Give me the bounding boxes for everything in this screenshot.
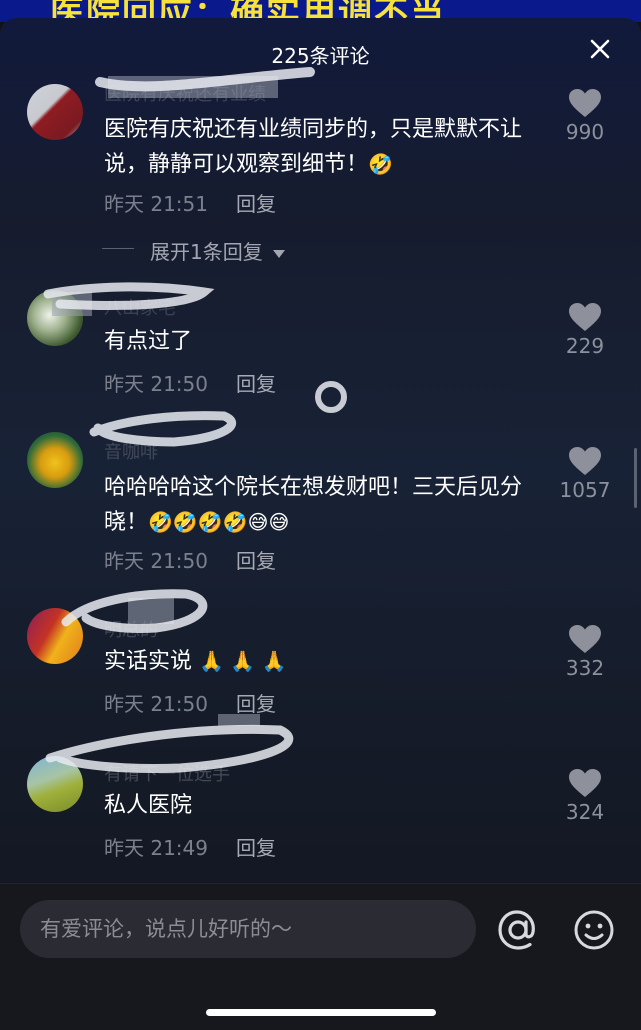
comment-text: 私人医院 <box>104 788 554 823</box>
reply-button[interactable]: 回复 <box>236 192 276 216</box>
comment-text: 医院有庆祝还有业绩同步的，只是默默不让说，静静可以观察到细节！🤣 <box>104 112 554 182</box>
avatar[interactable] <box>27 432 83 488</box>
username-mask <box>52 292 92 316</box>
reply-button[interactable]: 回复 <box>236 836 276 860</box>
heart-icon <box>569 447 601 475</box>
close-icon[interactable] <box>587 36 613 62</box>
emoji-sticker: 🤣🤣🤣🤣😅😅 <box>148 510 290 534</box>
avatar[interactable] <box>27 756 83 812</box>
comment-meta: 昨天 21:51 回复 <box>104 188 276 217</box>
heart-icon <box>569 303 601 331</box>
comment-username[interactable]: 八山家宅 <box>104 294 176 320</box>
heart-icon <box>569 625 601 653</box>
username-mask <box>108 76 278 98</box>
scrollbar[interactable] <box>634 448 637 508</box>
expand-replies[interactable]: 展开1条回复 <box>102 236 286 265</box>
like-button[interactable]: 229 <box>547 302 623 358</box>
comment-text: 有点过了 <box>104 324 554 359</box>
caret-down-icon <box>273 249 286 258</box>
comment-input-bar <box>0 883 641 1030</box>
comment-text-body: 有点过了 <box>104 329 193 354</box>
emoji-icon[interactable] <box>572 908 616 956</box>
home-indicator[interactable] <box>206 1009 436 1016</box>
like-button[interactable]: 990 <box>547 88 623 144</box>
like-count: 1057 <box>559 478 611 502</box>
at-icon[interactable] <box>496 908 540 956</box>
comment-username[interactable]: 音咖啡 <box>104 438 158 464</box>
comment-count: 225条评论 <box>271 44 370 68</box>
like-button[interactable]: 1057 <box>547 446 623 502</box>
heart-icon <box>569 89 601 117</box>
comment-input[interactable] <box>20 900 476 958</box>
like-button[interactable]: 332 <box>547 624 623 680</box>
comment-header: 225条评论 <box>0 18 641 84</box>
heart-icon <box>569 769 601 797</box>
like-count: 229 <box>565 334 605 358</box>
comment-meta: 昨天 21:50 回复 <box>104 368 276 397</box>
comment-text: 实话实说 🙏 🙏 🙏 <box>104 644 554 679</box>
reply-button[interactable]: 回复 <box>236 372 276 396</box>
emoji-sticker: 🙏 🙏 🙏 <box>199 649 287 673</box>
comment-timestamp: 昨天 21:50 <box>104 372 208 396</box>
comment-meta: 昨天 21:50 回复 <box>104 545 276 574</box>
like-button[interactable]: 324 <box>547 768 623 824</box>
scribble-circle <box>315 381 347 413</box>
emoji-sticker: 🤣 <box>368 152 393 176</box>
avatar[interactable] <box>27 608 83 664</box>
like-count: 332 <box>565 656 605 680</box>
comment-text-body: 医院有庆祝还有业绩同步的，只是默默不让说，静静可以观察到细节！ <box>104 117 523 177</box>
comment-text: 哈哈哈哈这个院长在想发财吧！三天后见分晓！🤣🤣🤣🤣😅😅 <box>104 470 554 540</box>
reply-button[interactable]: 回复 <box>236 549 276 573</box>
comment-timestamp: 昨天 21:49 <box>104 836 208 860</box>
reply-button[interactable]: 回复 <box>236 692 276 716</box>
comment-text-body: 实话实说 <box>104 649 193 674</box>
comment-meta: 昨天 21:49 回复 <box>104 832 276 861</box>
divider <box>102 248 134 249</box>
comment-timestamp: 昨天 21:51 <box>104 192 208 216</box>
comment-input-field[interactable] <box>20 900 476 958</box>
avatar[interactable] <box>27 84 83 140</box>
comment-username[interactable]: 有请下一位选手 <box>104 760 230 786</box>
username-mask <box>218 714 260 726</box>
comment-timestamp: 昨天 21:50 <box>104 692 208 716</box>
comment-text-body: 私人医院 <box>104 793 193 818</box>
like-count: 990 <box>565 120 605 144</box>
expand-replies-label: 展开1条回复 <box>150 240 263 264</box>
comment-sheet: 225条评论 医院有庆祝还有业绩 医院有庆祝还有业绩同步的，只是默默不让说，静静… <box>0 18 641 1030</box>
comment-meta: 昨天 21:50 回复 <box>104 688 276 717</box>
like-count: 324 <box>565 800 605 824</box>
username-mask <box>128 598 174 624</box>
comment-timestamp: 昨天 21:50 <box>104 549 208 573</box>
